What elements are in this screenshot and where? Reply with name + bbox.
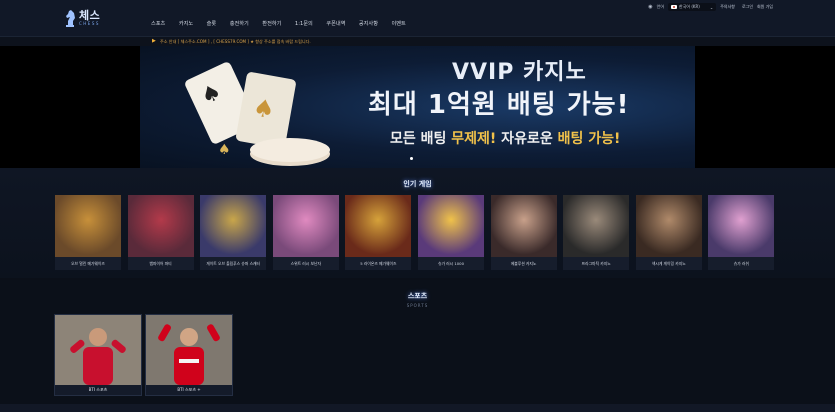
game-thumbnail: [490, 195, 557, 257]
game-card[interactable]: 5 라이온즈 메가웨이즈: [345, 195, 412, 270]
banner-title: VVIP 카지노: [452, 60, 587, 85]
signup-link[interactable]: 회원 가입: [757, 4, 773, 10]
nav-casino[interactable]: 카지노: [179, 20, 193, 27]
game-card[interactable]: 게이트 오브 올림푸스 슈퍼 스캐터: [200, 195, 267, 270]
sports-subtitle: SPORTS: [406, 303, 429, 308]
nav-slot[interactable]: 슬롯: [207, 20, 217, 27]
popular-games-list: 오브 멀린 메가웨이즈 뱀파이어 파티 게이트 오브 올림푸스 슈퍼 스캐터 스위트 …: [55, 195, 780, 270]
header: 체스 CHESS 스포츠 카지노 슬롯 충전하기 환전하기 1:1문의 쿠폰내역…: [0, 0, 835, 36]
notice-text: 주소 안내 [ 체스주소.COM ] , [ CHESS79.COM ] ★ 항…: [160, 39, 311, 44]
promo-banner[interactable]: ♠ ♠ ♣ ♠ VVIP 카지노 최대 1억원 배팅 가능! 모든 배팅 무제제…: [140, 46, 695, 168]
game-thumbnail: [272, 195, 339, 257]
sports-title: 스포츠: [407, 292, 428, 300]
game-card[interactable]: 스위트 러시 보난자: [272, 195, 339, 270]
logo-text: 체스: [79, 9, 101, 22]
game-name: 5 라이온즈 메가웨이즈: [360, 261, 397, 266]
logo[interactable]: 체스 CHESS: [64, 8, 100, 28]
game-card[interactable]: 뱀파이어 파티: [127, 195, 194, 270]
playing-cards-illustration: ♠ ♠ ♣ ♠: [185, 62, 330, 166]
nav-events[interactable]: 이벤트: [391, 20, 405, 27]
sport-card-bti[interactable]: BTI 스포츠: [54, 314, 142, 396]
banner-sub-part: 자유로운: [496, 131, 558, 147]
banner-sub-highlight: 배팅 가능!: [557, 131, 621, 147]
chevron-down-icon: ⌄: [709, 4, 714, 10]
game-card[interactable]: 슈가 러쉬: [708, 195, 775, 270]
game-thumbnail: [200, 195, 267, 257]
nav-sports[interactable]: 스포츠: [151, 20, 165, 27]
sport-thumbnail: [146, 315, 232, 385]
language-value: 한국어 (KR): [679, 4, 700, 9]
game-thumbnail: [708, 195, 775, 257]
game-name: 스위트 러시 보난자: [290, 261, 321, 266]
korea-flag-icon: [671, 5, 678, 9]
nav-notice[interactable]: 공지사항: [359, 20, 378, 27]
game-name: 뱀파이어 파티: [149, 261, 172, 266]
megaphone-icon: ▶: [152, 38, 156, 44]
sport-card-label: BTI 스포츠 +: [146, 385, 232, 395]
nav-deposit[interactable]: 충전하기: [230, 20, 249, 27]
warning-link[interactable]: 주의사항: [720, 4, 735, 10]
game-card[interactable]: 오브 멀린 메가웨이즈: [55, 195, 121, 270]
svg-text:♠: ♠: [218, 142, 231, 158]
chess-knight-icon: [66, 10, 75, 27]
game-name: 오브 멀린 메가웨이즈: [71, 261, 105, 266]
game-name: 프라그마틱 카지노: [581, 261, 611, 266]
game-name: 섹시게 게이밍 카지노: [651, 261, 686, 266]
game-thumbnail: [55, 195, 121, 257]
game-thumbnail: [635, 195, 702, 257]
game-name: 에볼루션 카지노: [510, 261, 537, 266]
game-card[interactable]: 섹시게 게이밍 카지노: [635, 195, 702, 270]
game-card[interactable]: 프라그마틱 카지노: [563, 195, 630, 270]
game-card[interactable]: 에볼루션 카지노: [490, 195, 557, 270]
game-name: 슈가 러시 1000: [437, 261, 465, 266]
carousel-dot[interactable]: [410, 157, 413, 160]
banner-headline: 최대 1억원 배팅 가능!: [368, 90, 630, 120]
banner-sub-highlight: 무제제!: [451, 131, 497, 147]
sport-card-bti-plus[interactable]: BTI 스포츠 +: [145, 314, 233, 396]
top-utility-bar: ◉ 언어 한국어 (KR) ⌄ 주의사항 로그인 회원 가입: [648, 3, 773, 11]
footer: [0, 404, 835, 412]
nav-withdraw[interactable]: 환전하기: [262, 20, 281, 27]
banner-subtitle: 모든 배팅 무제제! 자유로운 배팅 가능!: [390, 128, 620, 148]
logo-subtext: CHESS: [79, 21, 100, 26]
game-thumbnail: [345, 195, 412, 257]
game-thumbnail: [127, 195, 194, 257]
nav-coupons[interactable]: 쿠폰내역: [326, 20, 345, 27]
language-label: 언어: [656, 4, 665, 9]
banner-sub-part: 모든 배팅: [390, 131, 452, 147]
login-link[interactable]: 로그인: [742, 4, 753, 10]
sport-card-label: BTI 스포츠: [55, 385, 141, 395]
game-name: 슈가 러쉬: [733, 261, 749, 266]
game-card[interactable]: 슈가 러시 1000: [418, 195, 484, 270]
main-nav: 스포츠 카지노 슬롯 충전하기 환전하기 1:1문의 쿠폰내역 공지사항 이벤트: [151, 20, 419, 27]
game-name: 게이트 오브 올림푸스 슈퍼 스캐터: [206, 261, 261, 266]
game-thumbnail: [563, 195, 630, 257]
globe-icon: ◉: [648, 4, 653, 10]
notice-bar: ▶ 주소 안내 [ 체스주소.COM ] , [ CHESS79.COM ] ★…: [0, 36, 835, 46]
sport-thumbnail: [55, 315, 141, 385]
popular-games-title: 인기 게임: [403, 180, 432, 188]
game-thumbnail: [418, 195, 484, 257]
nav-inquiry[interactable]: 1:1문의: [295, 20, 313, 27]
language-select[interactable]: 한국어 (KR) ⌄: [668, 3, 717, 11]
